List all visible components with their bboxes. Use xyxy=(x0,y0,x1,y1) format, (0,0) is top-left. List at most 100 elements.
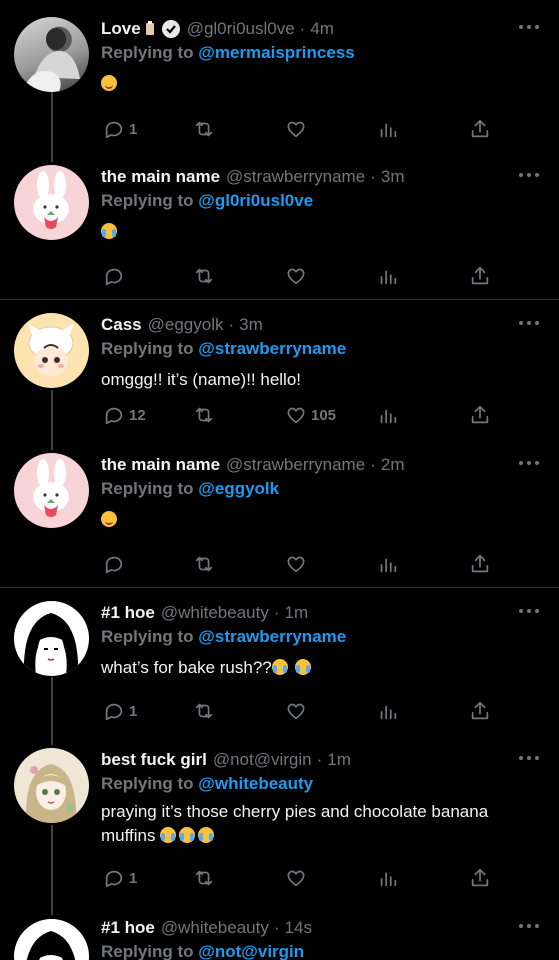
user-handle[interactable]: @not@virgin xyxy=(213,748,312,772)
smile-emoji xyxy=(101,75,117,91)
share-icon xyxy=(471,405,489,424)
avatar[interactable] xyxy=(14,453,89,528)
views-button[interactable] xyxy=(377,552,399,576)
timestamp[interactable]: 3m xyxy=(239,313,263,337)
like-button[interactable] xyxy=(285,264,307,288)
separator-dot: · xyxy=(273,603,280,622)
retweet-button[interactable] xyxy=(193,699,215,723)
tweet-text: praying it’s those cherry pies and choco… xyxy=(101,802,489,845)
avatar[interactable] xyxy=(14,165,89,240)
display-name[interactable]: Love xyxy=(101,17,141,41)
like-button[interactable] xyxy=(285,699,307,723)
avatar[interactable] xyxy=(14,313,89,388)
display-name[interactable]: the main name xyxy=(101,165,220,189)
analytics-icon xyxy=(380,872,397,887)
timestamp[interactable]: 4m xyxy=(310,17,334,41)
tweet[interactable]: the main name @strawberryname · 2m Reply… xyxy=(0,453,559,578)
retweet-button[interactable] xyxy=(193,403,215,427)
views-button[interactable] xyxy=(377,403,399,427)
user-handle[interactable]: @eggyolk xyxy=(148,313,224,337)
display-name[interactable]: best fuck girl xyxy=(101,748,207,772)
verified-icon xyxy=(161,20,180,38)
retweet-icon xyxy=(195,870,213,886)
tweet[interactable]: #1 hoe @whitebeauty · 1m Replying to @st… xyxy=(0,601,559,726)
display-name[interactable]: #1 hoe xyxy=(101,601,155,625)
retweet-button[interactable] xyxy=(193,866,215,890)
reply-mention[interactable]: @whitebeauty xyxy=(198,774,313,793)
avatar[interactable] xyxy=(14,919,89,960)
like-button[interactable]: 105 xyxy=(285,403,336,427)
display-name[interactable]: Cass xyxy=(101,313,142,337)
reply-mention[interactable]: @strawberryname xyxy=(198,339,346,358)
display-name[interactable]: the main name xyxy=(101,453,220,477)
retweet-button[interactable] xyxy=(193,264,215,288)
more-icon[interactable] xyxy=(519,23,539,31)
tweet[interactable]: the main name @strawberryname · 3m Reply… xyxy=(0,165,559,290)
reply-button[interactable]: 1 xyxy=(103,699,137,723)
share-button[interactable] xyxy=(469,117,491,141)
reply-button[interactable] xyxy=(103,264,125,288)
avatar[interactable] xyxy=(14,601,89,676)
more-icon[interactable] xyxy=(519,459,539,467)
tweet-text: what’s for bake rush?? xyxy=(101,656,545,680)
heart-icon xyxy=(287,703,305,720)
more-icon[interactable] xyxy=(519,171,539,179)
reply-mention[interactable]: @mermaisprincess xyxy=(198,43,354,62)
reply-button[interactable]: 1 xyxy=(103,117,137,141)
reply-mention[interactable]: @strawberryname xyxy=(198,627,346,646)
reply-icon xyxy=(105,268,123,286)
user-handle[interactable]: @strawberryname xyxy=(226,165,365,189)
share-button[interactable] xyxy=(469,699,491,723)
reply-mention[interactable]: @gl0ri0usl0ve xyxy=(198,191,313,210)
views-button[interactable] xyxy=(377,866,399,890)
reply-button[interactable] xyxy=(103,552,125,576)
more-icon[interactable] xyxy=(519,754,539,762)
reply-mention[interactable]: @eggyolk xyxy=(198,479,279,498)
divider xyxy=(0,299,559,300)
share-icon xyxy=(471,119,489,138)
user-handle[interactable]: @whitebeauty xyxy=(161,601,269,625)
share-button[interactable] xyxy=(469,552,491,576)
views-button[interactable] xyxy=(377,264,399,288)
tweet[interactable]: best fuck girl @not@virgin · 1m Replying… xyxy=(0,748,559,898)
like-button[interactable] xyxy=(285,117,307,141)
reply-button[interactable]: 1 xyxy=(103,866,137,890)
more-icon[interactable] xyxy=(519,319,539,327)
user-handle[interactable]: @gl0ri0usl0ve xyxy=(187,17,295,41)
reply-button[interactable]: 12 xyxy=(103,403,146,427)
timestamp[interactable]: 3m xyxy=(381,165,405,189)
tweet[interactable]: #1 hoe @whitebeauty · 14s Replying to @n… xyxy=(0,916,559,960)
tweet-text: omggg!! it’s (name)!! hello! xyxy=(101,370,301,389)
timestamp[interactable]: 1m xyxy=(327,748,351,772)
avatar[interactable] xyxy=(14,17,89,92)
views-button[interactable] xyxy=(377,699,399,723)
tweet-text xyxy=(101,72,545,96)
user-handle[interactable]: @whitebeauty xyxy=(161,916,269,940)
replying-to: Replying to @whitebeauty xyxy=(101,774,314,793)
more-icon[interactable] xyxy=(519,922,539,930)
crying-emoji xyxy=(160,827,177,843)
share-icon xyxy=(471,554,489,573)
timestamp[interactable]: 1m xyxy=(285,601,309,625)
share-button[interactable] xyxy=(469,264,491,288)
retweet-button[interactable] xyxy=(193,117,215,141)
reply-mention[interactable]: @not@virgin xyxy=(198,942,304,960)
reply-icon xyxy=(105,121,123,139)
user-handle[interactable]: @strawberryname xyxy=(226,453,365,477)
like-button[interactable] xyxy=(285,866,307,890)
crying-emoji xyxy=(198,827,215,843)
display-name[interactable]: #1 hoe xyxy=(101,916,155,940)
avatar[interactable] xyxy=(14,748,89,823)
retweet-icon xyxy=(195,703,213,719)
timestamp[interactable]: 2m xyxy=(381,453,405,477)
retweet-icon xyxy=(195,556,213,572)
tweet[interactable]: Cass @eggyolk · 3m Replying to @strawber… xyxy=(0,313,559,438)
tweet[interactable]: Love @gl0ri0usl0ve · 4m Replying to @mer… xyxy=(0,17,559,157)
share-button[interactable] xyxy=(469,403,491,427)
retweet-button[interactable] xyxy=(193,552,215,576)
views-button[interactable] xyxy=(377,117,399,141)
like-button[interactable] xyxy=(285,552,307,576)
timestamp[interactable]: 14s xyxy=(285,916,312,940)
more-icon[interactable] xyxy=(519,607,539,615)
share-button[interactable] xyxy=(469,866,491,890)
